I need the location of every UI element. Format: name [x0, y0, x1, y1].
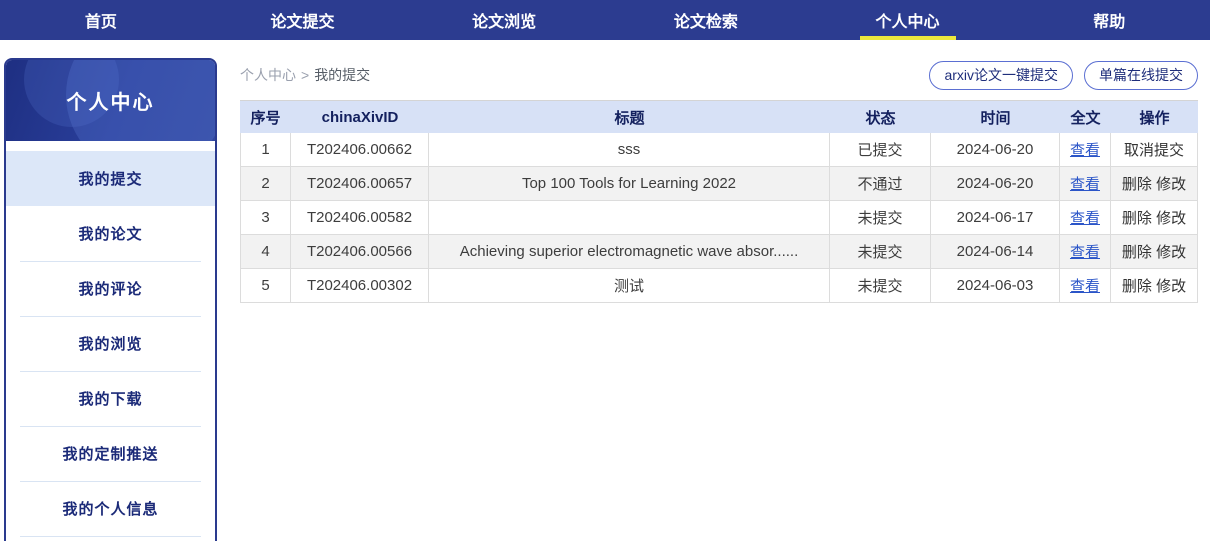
cell-index: 5 [240, 269, 291, 303]
nav-label: 个人中心 [875, 14, 940, 31]
cell-date: 2024-06-17 [931, 201, 1060, 235]
sidebar-menu: 我的提交 我的论文 我的评论 我的浏览 我的下载 我的定制推送 我的个人信息 [6, 141, 215, 541]
header-status: 状态 [830, 100, 931, 133]
modify-link[interactable]: 修改 [1156, 278, 1186, 295]
nav-item-paper-submit[interactable]: 论文提交 [202, 0, 404, 40]
cell-title: 测试 [429, 269, 830, 303]
header-title: 标题 [429, 100, 830, 133]
sidebar-item-my-profile[interactable]: 我的个人信息 [6, 481, 215, 536]
active-tab-underline [859, 36, 956, 40]
cell-title [429, 201, 830, 235]
header-chinaxiv-id: chinaXivID [291, 100, 429, 133]
header-fulltext: 全文 [1060, 100, 1111, 133]
header-date: 时间 [931, 100, 1060, 133]
modify-link[interactable]: 修改 [1156, 210, 1186, 227]
cell-status: 未提交 [830, 269, 931, 303]
cell-date: 2024-06-20 [931, 167, 1060, 201]
breadcrumb-parent[interactable]: 个人中心 [240, 67, 296, 83]
table-row: 3 T202406.00582 未提交 2024-06-17 查看 删除 修改 [240, 201, 1198, 235]
table-row: 1 T202406.00662 sss 已提交 2024-06-20 查看 取消… [240, 133, 1198, 167]
cell-date: 2024-06-20 [931, 133, 1060, 167]
cancel-submission-link[interactable]: 取消提交 [1124, 142, 1184, 159]
nav-label: 帮助 [1093, 14, 1126, 31]
single-online-submit-button[interactable]: 单篇在线提交 [1084, 60, 1198, 90]
header-index: 序号 [240, 100, 291, 133]
table-row: 5 T202406.00302 测试 未提交 2024-06-03 查看 删除 … [240, 269, 1198, 303]
table-row: 4 T202406.00566 Achieving superior elect… [240, 235, 1198, 269]
header-operations: 操作 [1111, 100, 1198, 133]
sidebar: 个人中心 我的提交 我的论文 我的评论 我的浏览 我的下载 我的定制推送 我的个… [4, 58, 217, 541]
nav-item-personal-center[interactable]: 个人中心 [807, 0, 1009, 40]
sidebar-item-my-submissions[interactable]: 我的提交 [6, 151, 215, 206]
cell-status: 未提交 [830, 235, 931, 269]
cell-status: 已提交 [830, 133, 931, 167]
page: 首页 论文提交 论文浏览 论文检索 个人中心 帮助 个人中心 我的提交 我的论文… [0, 0, 1210, 541]
submit-actions: arxiv论文一键提交 单篇在线提交 [918, 60, 1198, 90]
submissions-table: 序号 chinaXivID 标题 状态 时间 全文 操作 1 T202406.0… [240, 100, 1198, 303]
nav-item-paper-search[interactable]: 论文检索 [605, 0, 807, 40]
sidebar-item-my-custom-push[interactable]: 我的定制推送 [6, 426, 215, 481]
cell-index: 2 [240, 167, 291, 201]
sidebar-item-my-downloads[interactable]: 我的下载 [6, 371, 215, 426]
nav-label: 论文检索 [673, 14, 738, 31]
cell-date: 2024-06-14 [931, 235, 1060, 269]
cell-chinaxiv-id: T202406.00582 [291, 201, 429, 235]
cell-chinaxiv-id: T202406.00566 [291, 235, 429, 269]
cell-status: 不通过 [830, 167, 931, 201]
top-navigation: 首页 论文提交 论文浏览 论文检索 个人中心 帮助 [0, 0, 1210, 40]
sidebar-title: 个人中心 [66, 92, 155, 114]
cell-chinaxiv-id: T202406.00657 [291, 167, 429, 201]
main-content: 个人中心 > 我的提交 arxiv论文一键提交 单篇在线提交 序号 chinaXiv… [240, 58, 1198, 303]
sidebar-item-my-comments[interactable]: 我的评论 [6, 261, 215, 316]
view-fulltext-link[interactable]: 查看 [1070, 244, 1100, 261]
cell-chinaxiv-id: T202406.00302 [291, 269, 429, 303]
cell-index: 4 [240, 235, 291, 269]
table-header-row: 序号 chinaXivID 标题 状态 时间 全文 操作 [240, 100, 1198, 133]
nav-label: 首页 [84, 14, 117, 31]
content-header: 个人中心 > 我的提交 arxiv论文一键提交 单篇在线提交 [240, 58, 1198, 92]
delete-link[interactable]: 删除 [1122, 244, 1152, 261]
sidebar-item-my-browsing[interactable]: 我的浏览 [6, 316, 215, 371]
delete-link[interactable]: 删除 [1122, 176, 1152, 193]
nav-item-paper-browse[interactable]: 论文浏览 [403, 0, 605, 40]
sidebar-item-my-papers[interactable]: 我的论文 [6, 206, 215, 261]
modify-link[interactable]: 修改 [1156, 176, 1186, 193]
cell-title: Achieving superior electromagnetic wave … [429, 235, 830, 269]
cell-index: 3 [240, 201, 291, 235]
cell-chinaxiv-id: T202406.00662 [291, 133, 429, 167]
breadcrumb-current: 我的提交 [314, 67, 371, 83]
cell-date: 2024-06-03 [931, 269, 1060, 303]
cell-title: Top 100 Tools for Learning 2022 [429, 167, 830, 201]
sidebar-divider [6, 536, 215, 541]
breadcrumb: 个人中心 > 我的提交 [240, 65, 370, 85]
view-fulltext-link[interactable]: 查看 [1070, 176, 1100, 193]
nav-label: 论文浏览 [472, 14, 537, 31]
breadcrumb-separator: > [301, 67, 310, 83]
view-fulltext-link[interactable]: 查看 [1070, 278, 1100, 295]
cell-status: 未提交 [830, 201, 931, 235]
arxiv-batch-submit-button[interactable]: arxiv论文一键提交 [929, 60, 1073, 90]
modify-link[interactable]: 修改 [1156, 244, 1186, 261]
delete-link[interactable]: 删除 [1122, 210, 1152, 227]
cell-title: sss [429, 133, 830, 167]
nav-label: 论文提交 [270, 14, 335, 31]
view-fulltext-link[interactable]: 查看 [1070, 210, 1100, 227]
table-row: 2 T202406.00657 Top 100 Tools for Learni… [240, 167, 1198, 201]
nav-item-help[interactable]: 帮助 [1008, 0, 1210, 40]
nav-item-home[interactable]: 首页 [0, 0, 202, 40]
view-fulltext-link[interactable]: 查看 [1070, 142, 1100, 159]
cell-index: 1 [240, 133, 291, 167]
delete-link[interactable]: 删除 [1122, 278, 1152, 295]
sidebar-header: 个人中心 [6, 60, 215, 141]
